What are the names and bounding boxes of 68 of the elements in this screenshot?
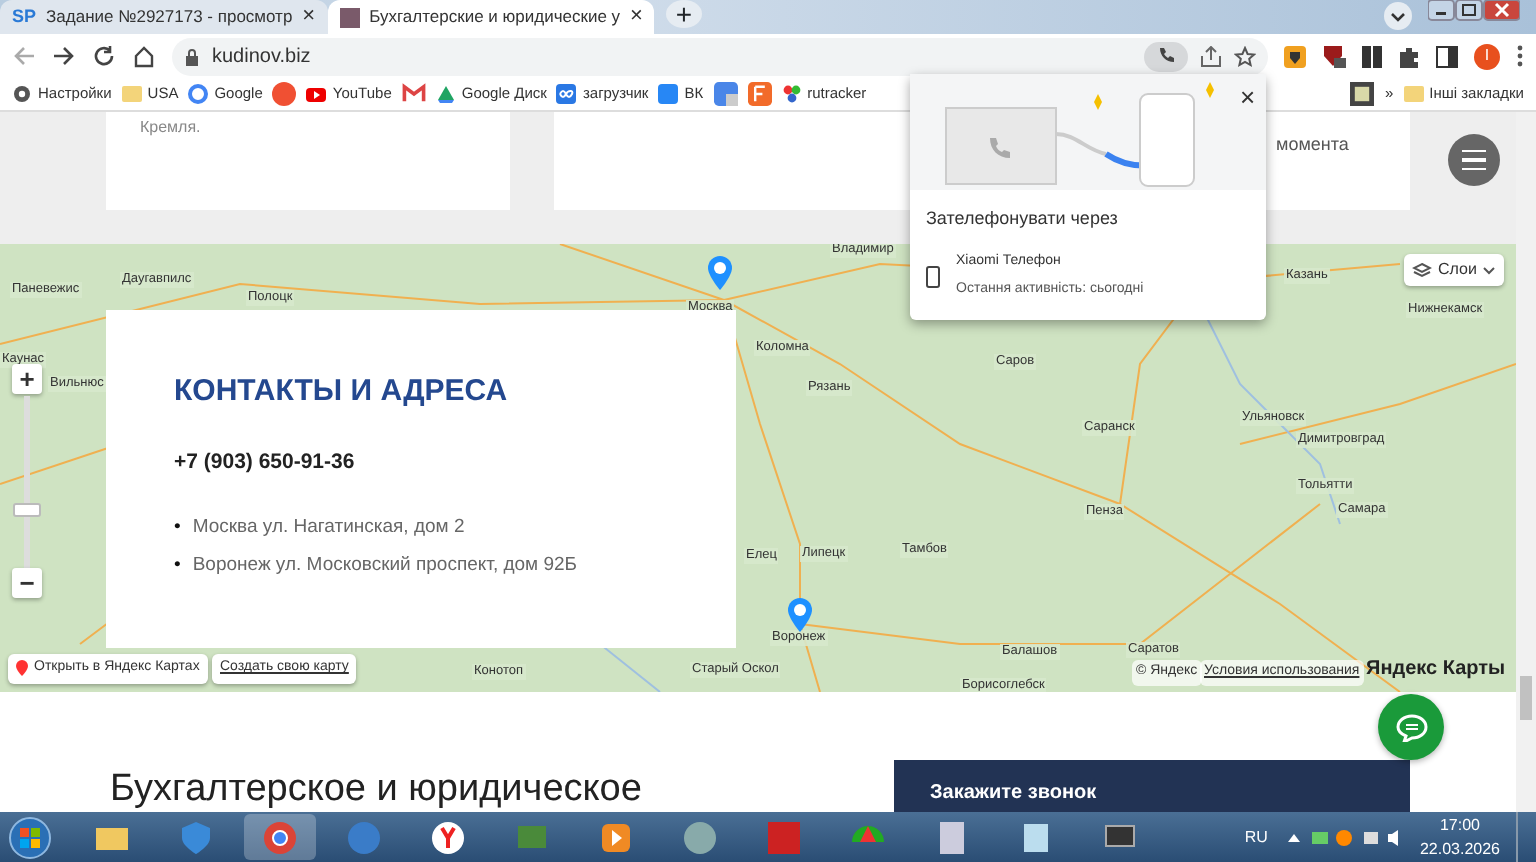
- dark-extension-icon[interactable]: [1362, 45, 1382, 67]
- tab-title: Бухгалтерские и юридические у: [369, 4, 621, 30]
- reload-icon[interactable]: [92, 44, 116, 68]
- section-heading: Бухгалтерское и юридическое: [110, 768, 642, 812]
- star-icon[interactable]: [1234, 45, 1256, 67]
- clock-time: 17:00: [1437, 813, 1482, 837]
- list-bullet: •: [174, 514, 181, 543]
- zoom-slider-drawing[interactable]: [12, 396, 42, 568]
- tab-close-button[interactable]: ×: [302, 0, 316, 34]
- tab-search-chevron-icon[interactable]: [1384, 2, 1412, 30]
- chevron-icon: [1482, 265, 1497, 275]
- tray-icons-drawing[interactable]: [1283, 827, 1404, 847]
- zoom-out-button[interactable]: −: [12, 568, 42, 598]
- map-pin-icon: [16, 660, 28, 677]
- more-menu-icon[interactable]: [1516, 44, 1524, 68]
- address-text: Москва ул. Нагатинская, дом 2: [192, 514, 465, 543]
- circle-letter-icon[interactable]: [272, 82, 297, 106]
- smartphone-icon: [926, 265, 940, 287]
- sidebar-icon[interactable]: [1436, 45, 1458, 67]
- tab-favicon: SP: [12, 3, 37, 30]
- chat-bubble-icon: [1395, 713, 1427, 741]
- map-pin-icon[interactable]: [786, 596, 814, 632]
- y-letter-icon[interactable]: [428, 817, 468, 857]
- zoom-in-button[interactable]: +: [12, 364, 42, 394]
- profile-avatar[interactable]: I: [1474, 43, 1500, 69]
- dc-tile-icon[interactable]: [1350, 82, 1375, 106]
- contact-heading: КОНТАКТЫ И АДРЕСА: [174, 372, 510, 412]
- list-bullet: •: [174, 551, 181, 579]
- card-text: момента: [1276, 132, 1351, 158]
- clock[interactable]: 17:00 22.03.2026: [1419, 813, 1500, 861]
- browser-tab[interactable]: SP Задание №2927173 - просмотр ×: [0, 0, 328, 34]
- language-indicator[interactable]: RU: [1244, 825, 1268, 849]
- card-text: Кремля.: [140, 116, 203, 140]
- start-button-icon[interactable]: [8, 815, 52, 859]
- infinity-icon: [556, 84, 577, 104]
- share-icon[interactable]: [1200, 45, 1222, 67]
- callback-title: Закажите звонок: [930, 782, 1097, 804]
- letter-tile-icon[interactable]: [747, 82, 772, 106]
- phone-icon[interactable]: [1144, 41, 1188, 71]
- browser-tab[interactable]: Бухгалтерские и юридические у ×: [327, 0, 655, 34]
- favicon-photo-placeholder: [339, 7, 360, 27]
- folder-icon: [1403, 84, 1424, 104]
- tab-close-button[interactable]: ×: [630, 0, 643, 34]
- home-icon[interactable]: [132, 44, 156, 68]
- url-text: kudinov.biz: [212, 43, 311, 71]
- map-brand-logo: Яндекс Карты: [1366, 656, 1506, 684]
- clock-date: 22.03.2026: [1419, 837, 1500, 861]
- lock-icon: [184, 47, 200, 65]
- phone-number: +7 (903) 650-91-36: [174, 447, 357, 477]
- layers-icon: [1412, 261, 1432, 279]
- map-pin-icon[interactable]: [706, 254, 734, 290]
- layers-button[interactable]: Слои: [1404, 254, 1505, 286]
- colorful-dots-icon: [781, 84, 802, 104]
- address-text: Воронеж ул. Московский проспект, дом 92Б: [192, 551, 578, 579]
- folder-icon: [121, 84, 142, 104]
- badge-shield-extension-icon[interactable]: [1322, 44, 1346, 68]
- forward-icon[interactable]: [52, 44, 76, 68]
- new-tab-button[interactable]: +: [665, 0, 702, 29]
- scrollbar[interactable]: [1516, 112, 1536, 812]
- chat-button[interactable]: [1378, 694, 1444, 760]
- tab-title: Задание №2927173 - просмотр: [46, 4, 293, 30]
- play-icon: [306, 84, 327, 104]
- address-bar[interactable]: kudinov.biz: [172, 37, 1268, 75]
- window-controls-drawing[interactable]: [1428, 0, 1520, 24]
- close-button[interactable]: ×: [1240, 78, 1256, 117]
- puzzle-icon[interactable]: [1398, 45, 1420, 67]
- shield-extension-icon[interactable]: [1284, 45, 1306, 67]
- popup-title: Зателефонувати через: [926, 206, 1118, 232]
